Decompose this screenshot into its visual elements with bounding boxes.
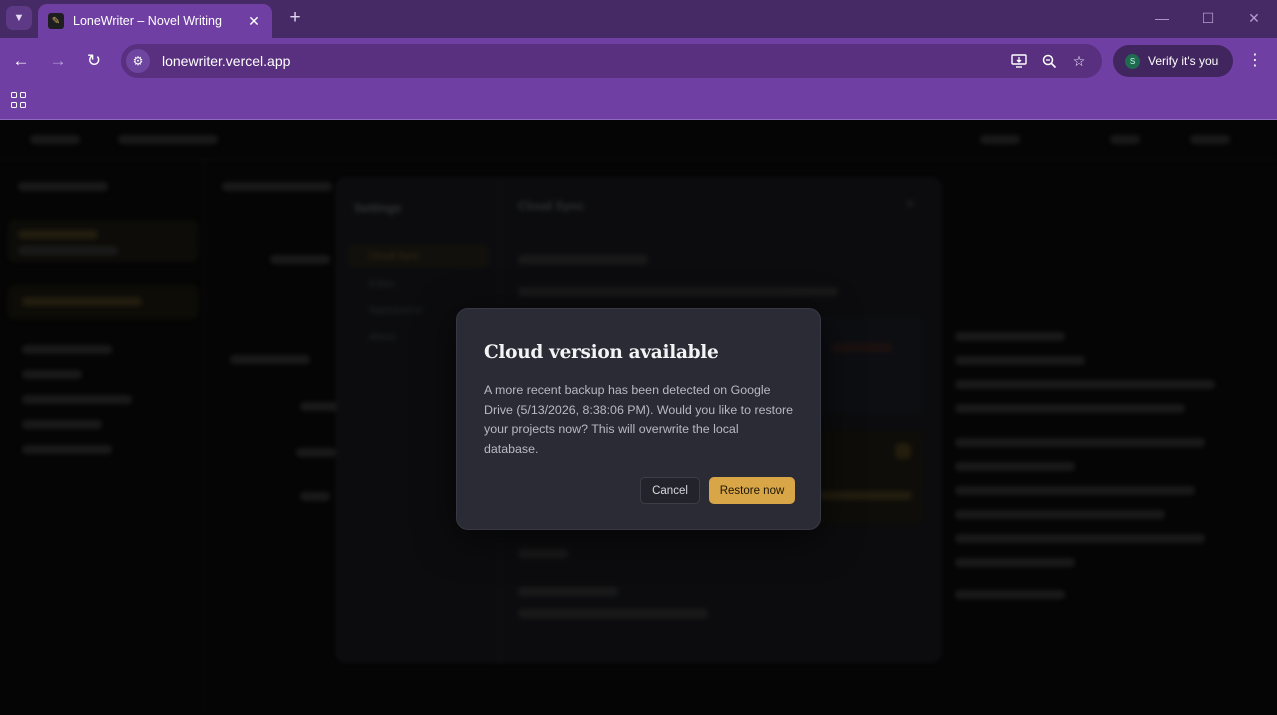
zoom-icon[interactable] (1034, 49, 1064, 73)
settings-menu-appearance[interactable]: Appearance (369, 305, 423, 316)
maximize-icon: ☐ (1201, 10, 1215, 26)
reload-icon: ↻ (86, 51, 102, 70)
new-tab-button[interactable]: + (284, 7, 306, 29)
reload-button[interactable]: ↻ (83, 50, 105, 72)
maximize-window-button[interactable]: ☐ (1197, 8, 1219, 28)
tab-close-icon[interactable]: ✕ (246, 13, 262, 30)
settings-menu-about[interactable]: About (369, 332, 395, 343)
dialog-message: A more recent backup has been detected o… (484, 383, 794, 456)
settings-close-icon[interactable]: ✕ (905, 197, 915, 211)
bookmarks-bar (0, 84, 1277, 120)
verify-label: Verify it's you (1148, 54, 1219, 68)
app-sidebar (0, 160, 205, 715)
arrow-left-icon: ← (12, 51, 30, 70)
settings-section-title: Cloud Sync (518, 199, 585, 213)
settings-title: Settings (354, 201, 402, 215)
install-app-icon[interactable] (1004, 49, 1034, 73)
browser-tab-active[interactable]: ✎ LoneWriter – Novel Writing ✕ (38, 4, 272, 38)
bookmark-star-icon[interactable]: ☆ (1064, 49, 1094, 73)
close-icon: ✕ (1248, 10, 1260, 26)
address-bar[interactable]: ⚙ lonewriter.vercel.app ☆ (121, 44, 1102, 78)
back-button[interactable]: ← (10, 50, 32, 72)
close-window-button[interactable]: ✕ (1243, 8, 1265, 28)
apps-grid-icon[interactable] (11, 92, 27, 108)
settings-menu-cloud-sync[interactable]: Cloud Sync (369, 251, 420, 262)
screen: ▼ ✎ LoneWriter – Novel Writing ✕ + — ☐ ✕… (0, 0, 1277, 715)
dialog-title: Cloud version available (484, 342, 719, 363)
verify-profile-button[interactable]: S Verify it's you (1113, 45, 1233, 77)
settings-menu-editor[interactable]: Editor (369, 279, 395, 290)
arrow-right-icon: → (49, 51, 67, 70)
more-vertical-icon: ⋮ (1247, 52, 1263, 69)
profile-avatar: S (1125, 53, 1140, 69)
forward-button[interactable]: → (47, 50, 69, 72)
plus-icon: + (289, 7, 301, 28)
cancel-button[interactable]: Cancel (640, 477, 700, 504)
site-info-icon[interactable]: ⚙ (126, 49, 150, 73)
url-text[interactable]: lonewriter.vercel.app (162, 53, 1004, 69)
browser-menu-button[interactable]: ⋮ (1245, 50, 1265, 72)
browser-toolbar: ← → ↻ ⚙ lonewriter.vercel.app ☆ S Verify… (0, 38, 1277, 84)
minimize-icon: — (1155, 10, 1169, 26)
tab-search-button[interactable]: ▼ (6, 6, 32, 30)
chevron-down-icon: ▼ (13, 12, 25, 24)
browser-tabstrip: ▼ ✎ LoneWriter – Novel Writing ✕ + — ☐ ✕ (0, 0, 1277, 38)
minimize-window-button[interactable]: — (1151, 8, 1173, 28)
cloud-version-dialog: Cloud version available A more recent ba… (456, 308, 821, 530)
site-favicon-icon: ✎ (48, 13, 64, 29)
tab-title: LoneWriter – Novel Writing (73, 14, 222, 28)
restore-now-button[interactable]: Restore now (709, 477, 795, 504)
app-topbar (0, 120, 1277, 160)
